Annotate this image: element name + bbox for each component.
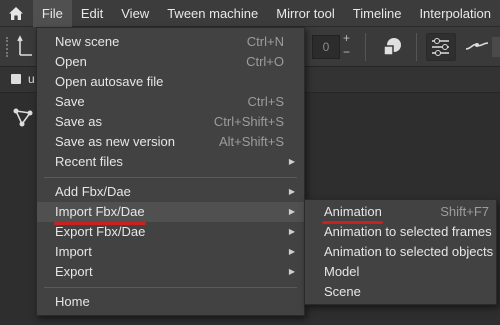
tab-checkbox-icon[interactable]: [11, 74, 21, 84]
frame-value: 0: [322, 40, 330, 54]
toolbar-grip: [6, 37, 12, 57]
submenu-item-animation-selected-objects[interactable]: Animation to selected objects: [305, 242, 496, 262]
import-fbx-submenu: Animation Shift+F7 Animation to selected…: [304, 199, 497, 305]
menu-item-save-as[interactable]: Save as Ctrl+Shift+S: [37, 112, 304, 132]
submenu-item-model[interactable]: Model: [305, 262, 496, 282]
menu-edit[interactable]: Edit: [72, 0, 112, 27]
decrement-button[interactable]: −: [343, 45, 350, 59]
menu-separator: [44, 177, 297, 178]
shortcut-label: Ctrl+O: [246, 54, 284, 69]
menu-item-save[interactable]: Save Ctrl+S: [37, 92, 304, 112]
submenu-arrow-icon: ▶: [288, 247, 295, 256]
interpolation-curve-icon[interactable]: [465, 39, 489, 58]
frame-value-field[interactable]: 0: [312, 35, 340, 59]
submenu-item-animation-selected-frames[interactable]: Animation to selected frames: [305, 222, 496, 242]
shape-tool-icon[interactable]: [381, 37, 403, 60]
submenu-arrow-icon: ▶: [288, 267, 295, 276]
shortcut-label: Ctrl+Shift+S: [213, 114, 284, 129]
submenu-item-scene[interactable]: Scene: [305, 282, 496, 302]
menu-item-home[interactable]: Home: [37, 292, 304, 312]
home-icon[interactable]: [0, 0, 33, 27]
menu-interpolation[interactable]: Interpolation: [410, 0, 500, 27]
submenu-arrow-icon: ▶: [288, 227, 295, 236]
menu-view[interactable]: View: [112, 0, 158, 27]
increment-button[interactable]: +: [343, 31, 350, 45]
menu-item-new-scene[interactable]: New scene Ctrl+N: [37, 32, 304, 52]
menu-tween-machine[interactable]: Tween machine: [158, 0, 267, 27]
submenu-arrow-icon: ▶: [288, 187, 295, 196]
tab-label[interactable]: u: [28, 72, 35, 86]
submenu-arrow-icon: ▶: [288, 157, 295, 166]
shortcut-label: Ctrl+N: [246, 34, 284, 49]
node-graph-icon[interactable]: [12, 107, 34, 132]
toolbar-overflow-icon[interactable]: [492, 37, 500, 57]
toolbar-divider-2: [416, 33, 417, 61]
curve-editor-button[interactable]: [426, 33, 456, 61]
menu-item-open[interactable]: Open Ctrl+O: [37, 52, 304, 72]
menu-item-recent-files[interactable]: Recent files ▶: [37, 152, 304, 172]
menu-item-import-fbx-dae[interactable]: Import Fbx/Dae ▶: [37, 202, 304, 222]
toolbar-divider: [365, 33, 366, 61]
transform-tool-icon[interactable]: [17, 35, 33, 60]
shortcut-label: Alt+Shift+S: [218, 134, 284, 149]
menu-timeline[interactable]: Timeline: [344, 0, 411, 27]
menu-item-open-autosave[interactable]: Open autosave file: [37, 72, 304, 92]
menu-item-save-new-version[interactable]: Save as new version Alt+Shift+S: [37, 132, 304, 152]
menu-mirror-tool[interactable]: Mirror tool: [267, 0, 344, 27]
menu-item-add-fbx-dae[interactable]: Add Fbx/Dae ▶: [37, 182, 304, 202]
file-menu: New scene Ctrl+N Open Ctrl+O Open autosa…: [36, 27, 305, 316]
menu-item-export[interactable]: Export ▶: [37, 262, 304, 282]
menu-item-export-fbx-dae[interactable]: Export Fbx/Dae ▶: [37, 222, 304, 242]
shortcut-label: Ctrl+S: [247, 94, 284, 109]
menu-bar: File Edit View Tween machine Mirror tool…: [0, 0, 500, 27]
submenu-arrow-icon: ▶: [288, 207, 295, 216]
submenu-item-animation[interactable]: Animation Shift+F7: [305, 202, 496, 222]
menu-separator: [44, 287, 297, 288]
menu-item-import[interactable]: Import ▶: [37, 242, 304, 262]
shortcut-label: Shift+F7: [440, 204, 489, 219]
menu-file[interactable]: File: [32, 0, 72, 27]
